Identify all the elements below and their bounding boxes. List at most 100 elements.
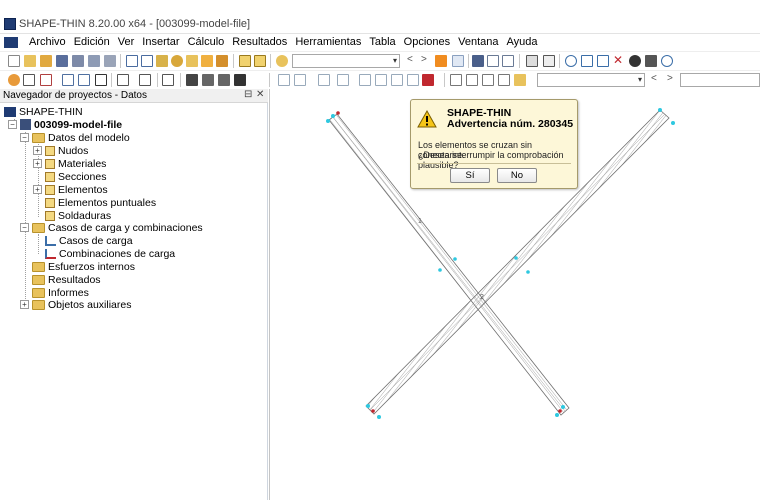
tree-item-materials[interactable]: + Materiales: [33, 157, 106, 170]
expand-icon[interactable]: +: [33, 185, 42, 194]
document-icon[interactable]: [4, 37, 18, 48]
zoom-window-icon[interactable]: [186, 74, 198, 86]
section-icon[interactable]: [162, 74, 174, 86]
values-icon[interactable]: [452, 55, 464, 67]
settings-icon[interactable]: [645, 55, 657, 67]
previous-arrow-icon[interactable]: <: [407, 54, 413, 65]
solid-icon[interactable]: [482, 74, 494, 86]
tree-item-load-cases-combos[interactable]: − Casos de carga y combinaciones: [20, 221, 203, 234]
menu-edicion[interactable]: Edición: [70, 36, 114, 49]
highlight-icon[interactable]: [201, 55, 213, 67]
tree-project[interactable]: − 003099-model-file: [8, 118, 122, 131]
measure-icon[interactable]: [139, 74, 151, 86]
connect-icon[interactable]: [565, 55, 577, 67]
display-options-icon[interactable]: [422, 74, 434, 86]
delete-icon[interactable]: ✕: [613, 54, 625, 67]
tree-item-load-combos[interactable]: Combinaciones de carga: [45, 247, 175, 260]
move-icon[interactable]: [581, 55, 593, 67]
color-icon[interactable]: [514, 74, 526, 86]
line-tool-icon[interactable]: [78, 74, 90, 86]
save-icon[interactable]: [56, 55, 68, 67]
select-icon[interactable]: [8, 74, 20, 86]
menu-ver[interactable]: Ver: [114, 36, 139, 49]
yes-button[interactable]: Sí: [450, 168, 490, 183]
close-icon[interactable]: ✕: [256, 89, 264, 100]
zoom-out-icon[interactable]: [218, 74, 230, 86]
axis-z-icon[interactable]: [391, 74, 403, 86]
collapse-icon[interactable]: −: [20, 223, 29, 232]
menu-ayuda[interactable]: Ayuda: [503, 36, 542, 49]
axis-u-icon[interactable]: [407, 74, 419, 86]
save-all-icon[interactable]: [72, 55, 84, 67]
tree-item-aux-objects[interactable]: + Objetos auxiliares: [20, 298, 131, 311]
tree-item-point-elements[interactable]: Elementos puntuales: [45, 196, 156, 209]
open-recent-icon[interactable]: [40, 55, 52, 67]
tree-item-elements[interactable]: + Elementos: [33, 183, 108, 196]
calculate-icon[interactable]: [435, 55, 447, 67]
previous-arrow-icon[interactable]: <: [651, 73, 657, 84]
edit-icon[interactable]: [156, 55, 168, 67]
report-icon[interactable]: [216, 55, 228, 67]
tree-item-results[interactable]: Resultados: [32, 273, 101, 286]
menu-calculo[interactable]: Cálculo: [184, 36, 229, 49]
view-x-icon[interactable]: [278, 74, 290, 86]
menu-ventana[interactable]: Ventana: [454, 36, 502, 49]
load-case-select[interactable]: ▾: [292, 54, 400, 68]
menu-insertar[interactable]: Insertar: [138, 36, 183, 49]
share-icon[interactable]: [661, 55, 673, 67]
display-select[interactable]: ▾: [537, 73, 645, 87]
node-tool-icon[interactable]: [40, 74, 52, 86]
mirror-icon[interactable]: [597, 55, 609, 67]
results-icon[interactable]: [472, 55, 484, 67]
dimension-icon[interactable]: [117, 74, 129, 86]
table-view-icon[interactable]: [239, 55, 251, 67]
open-folder-icon[interactable]: [24, 55, 36, 67]
view-y-icon[interactable]: [294, 74, 306, 86]
tree-root[interactable]: SHAPE-THIN: [4, 105, 83, 118]
collapse-icon[interactable]: −: [20, 133, 29, 142]
tree-item-internal-forces[interactable]: Esfuerzos internos: [32, 260, 135, 273]
collapse-icon[interactable]: −: [8, 120, 17, 129]
print-icon[interactable]: [88, 55, 100, 67]
axis-x-icon[interactable]: [359, 74, 371, 86]
panel-view-icon[interactable]: [254, 55, 266, 67]
menu-resultados[interactable]: Resultados: [228, 36, 291, 49]
expand-icon[interactable]: +: [20, 300, 29, 309]
element-tool-icon[interactable]: [62, 74, 74, 86]
load-case-icon[interactable]: [276, 55, 288, 67]
zoom-all-icon[interactable]: [234, 74, 246, 86]
search-icon[interactable]: [171, 55, 183, 67]
stress-icon[interactable]: [502, 55, 514, 67]
transparency-icon[interactable]: [498, 74, 510, 86]
expand-icon[interactable]: +: [33, 146, 42, 155]
tree-item-model-data[interactable]: − Datos del modelo: [20, 131, 130, 144]
rotate-icon[interactable]: [629, 55, 641, 67]
menu-opciones[interactable]: Opciones: [400, 36, 454, 49]
redo-icon[interactable]: [141, 55, 153, 67]
tree-item-nodes[interactable]: + Nudos: [33, 144, 88, 157]
pick-icon[interactable]: [23, 74, 35, 86]
zoom-in-icon[interactable]: [202, 74, 214, 86]
no-button[interactable]: No: [497, 168, 537, 183]
render-icon[interactable]: [450, 74, 462, 86]
axis-y-icon[interactable]: [375, 74, 387, 86]
snap-icon[interactable]: [543, 55, 555, 67]
undo-icon[interactable]: [126, 55, 138, 67]
new-file-icon[interactable]: [8, 55, 20, 67]
view-iso-icon[interactable]: [337, 74, 349, 86]
wireframe-icon[interactable]: [466, 74, 478, 86]
comment-icon[interactable]: [186, 55, 198, 67]
pin-icon[interactable]: ⊟: [244, 89, 252, 100]
menu-archivo[interactable]: Archivo: [25, 36, 70, 49]
text-cursor-icon[interactable]: [95, 74, 107, 86]
next-arrow-icon[interactable]: >: [421, 54, 427, 65]
print-preview-icon[interactable]: [104, 55, 116, 67]
diagram-icon[interactable]: [487, 55, 499, 67]
view-z-icon[interactable]: [318, 74, 330, 86]
filter-select[interactable]: [680, 73, 760, 87]
menu-herramientas[interactable]: Herramientas: [291, 36, 365, 49]
grid-icon[interactable]: [526, 55, 538, 67]
tree-item-sections[interactable]: Secciones: [45, 170, 106, 183]
expand-icon[interactable]: +: [33, 159, 42, 168]
next-arrow-icon[interactable]: >: [667, 73, 673, 84]
